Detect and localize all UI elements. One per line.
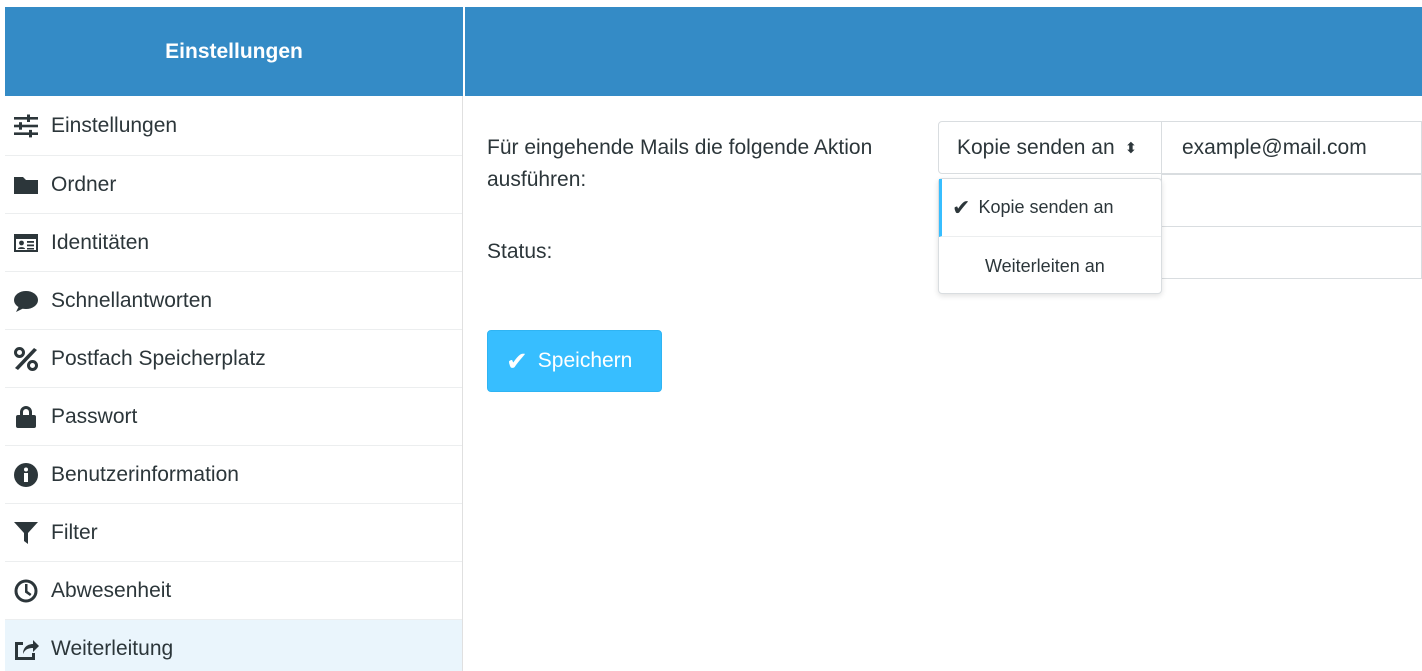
sidebar-item-label: Filter xyxy=(51,520,98,544)
dropdown-option-label: Kopie senden an xyxy=(978,197,1114,217)
sidebar-item-filter[interactable]: Filter xyxy=(5,504,462,562)
sidebar-item-label: Abwesenheit xyxy=(51,578,172,602)
settings-sidebar: Einstellungen Ordner Identitäten Schnell… xyxy=(5,96,463,671)
email-row-background xyxy=(1161,174,1422,227)
sort-arrows-icon: ⬍ xyxy=(1124,139,1138,157)
status-field[interactable] xyxy=(1161,226,1422,279)
sidebar-item-identitaeten[interactable]: Identitäten xyxy=(5,214,462,272)
checkmark-icon: ✔ xyxy=(952,194,971,220)
checkmark-icon: ✔ xyxy=(506,345,528,376)
id-card-icon xyxy=(13,229,51,257)
sidebar-item-label: Benutzerinformation xyxy=(51,462,239,486)
sidebar-item-schnellantworten[interactable]: Schnellantworten xyxy=(5,272,462,330)
action-select-value: Kopie senden an xyxy=(957,135,1115,159)
speech-bubble-icon xyxy=(13,287,51,315)
folder-icon xyxy=(13,171,51,199)
save-button-label: Speichern xyxy=(537,349,633,372)
sidebar-item-passwort[interactable]: Passwort xyxy=(5,388,462,446)
sidebar-item-weiterleitung[interactable]: Weiterleitung xyxy=(5,620,462,671)
lock-icon xyxy=(13,403,51,431)
action-label: Für eingehende Mails die folgende Aktion… xyxy=(487,136,873,191)
sidebar-header: Einstellungen xyxy=(5,7,463,96)
sidebar-item-label: Einstellungen xyxy=(51,113,178,137)
dropdown-option-weiterleiten[interactable]: Weiterleiten an xyxy=(939,237,1161,295)
sidebar-item-label: Passwort xyxy=(51,404,138,428)
email-field-value: example@mail.com xyxy=(1182,135,1367,159)
sidebar-item-label: Postfach Speicherplatz xyxy=(51,346,266,370)
action-dropdown: ✔ Kopie senden an Weiterleiten an xyxy=(938,178,1162,294)
percent-icon xyxy=(13,345,51,373)
save-button[interactable]: ✔ Speichern xyxy=(487,330,662,392)
share-icon xyxy=(13,635,51,663)
email-field[interactable]: example@mail.com xyxy=(1161,121,1422,174)
sidebar-item-label: Ordner xyxy=(51,172,117,196)
sidebar-item-benutzerinformation[interactable]: Benutzerinformation xyxy=(5,446,462,504)
sidebar-item-label: Schnellantworten xyxy=(51,288,213,312)
clock-icon xyxy=(13,577,51,605)
status-label: Status: xyxy=(487,240,553,263)
page-title: Einstellungen xyxy=(165,39,303,63)
sidebar-item-einstellungen[interactable]: Einstellungen xyxy=(5,96,462,156)
sidebar-item-ordner[interactable]: Ordner xyxy=(5,156,462,214)
main-header xyxy=(465,7,1422,96)
dropdown-option-kopie[interactable]: ✔ Kopie senden an xyxy=(939,179,1161,237)
sidebar-item-label: Identitäten xyxy=(51,230,150,254)
dropdown-option-label: Weiterleiten an xyxy=(985,255,1105,276)
sidebar-item-postfach-speicherplatz[interactable]: Postfach Speicherplatz xyxy=(5,330,462,388)
sliders-icon xyxy=(13,112,51,140)
action-select[interactable]: Kopie senden an ⬍ xyxy=(938,121,1162,174)
filter-icon xyxy=(13,519,51,547)
info-icon xyxy=(13,461,51,489)
sidebar-item-abwesenheit[interactable]: Abwesenheit xyxy=(5,562,462,620)
sidebar-item-label: Weiterleitung xyxy=(51,637,174,660)
